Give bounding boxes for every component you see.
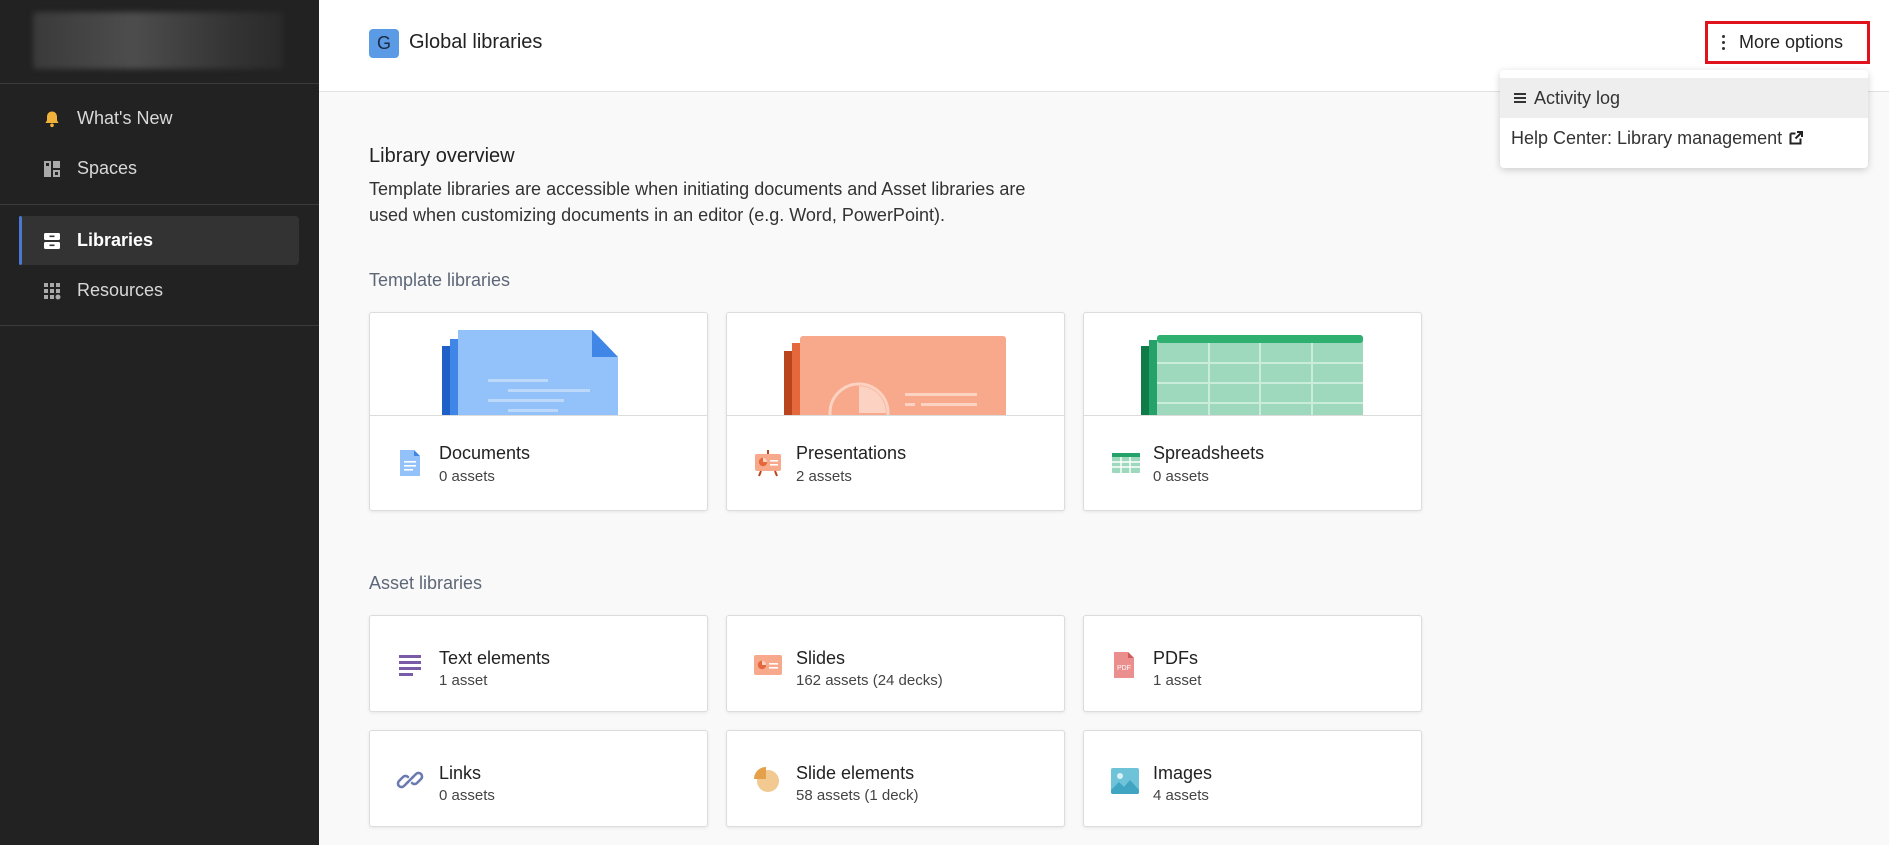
overview-title: Library overview <box>369 145 515 167</box>
menu-item-activity-log[interactable]: Activity log <box>1500 78 1868 118</box>
menu-item-label: Activity log <box>1534 87 1621 108</box>
template-card-spreadsheets[interactable]: Spreadsheets 0 assets <box>1083 312 1422 511</box>
card-count: 1 asset <box>439 672 488 689</box>
template-libraries-heading: Template libraries <box>369 270 511 290</box>
sidebar-item-libraries[interactable]: Libraries <box>19 216 299 265</box>
spreadsheets-illustration <box>1084 313 1421 416</box>
spreadsheet-icon <box>1111 449 1140 477</box>
asset-card-links[interactable]: Links 0 assets <box>369 730 708 827</box>
card-count: 162 assets (24 decks) <box>796 672 943 689</box>
menu-item-help-center[interactable]: Help Center: Library management <box>1500 118 1868 158</box>
sidebar-item-whats-new[interactable]: What's New <box>20 94 299 143</box>
text-lines-icon <box>396 651 424 679</box>
sidebar-divider <box>0 325 319 326</box>
link-icon <box>396 766 424 794</box>
card-count: 1 asset <box>1153 672 1202 689</box>
card-name: Presentations <box>796 443 907 463</box>
sidebar-item-label: Spaces <box>77 158 138 178</box>
sidebar-item-resources[interactable]: Resources <box>20 266 299 315</box>
card-name: Spreadsheets <box>1153 443 1265 463</box>
asset-card-slide-elements[interactable]: Slide elements 58 assets (1 deck) <box>726 730 1065 827</box>
card-count: 0 assets <box>439 468 495 485</box>
card-name: Links <box>439 763 482 783</box>
image-icon <box>1110 766 1139 794</box>
sidebar-item-label: Resources <box>77 280 164 300</box>
more-options-label: More options <box>1739 32 1844 52</box>
slide-icon <box>753 651 782 679</box>
sidebar-divider <box>0 83 319 84</box>
asset-card-images[interactable]: Images 4 assets <box>1083 730 1422 827</box>
grid-icon <box>42 281 62 301</box>
sidebar: What's New Spaces Libraries Resources <box>0 0 319 845</box>
asset-libraries-heading: Asset libraries <box>369 573 483 593</box>
bell-icon <box>42 109 62 129</box>
overview-description: Template libraries are accessible when i… <box>369 179 1026 225</box>
page-title: Global libraries <box>409 31 543 53</box>
svg-text:PDF: PDF <box>1117 665 1131 672</box>
archive-icon <box>42 231 62 251</box>
asset-card-slides[interactable]: Slides 162 assets (24 decks) <box>726 615 1065 712</box>
company-logo[interactable] <box>33 12 283 69</box>
pie-chart-icon <box>753 766 781 794</box>
template-card-documents[interactable]: Documents 0 assets <box>369 312 708 511</box>
card-name: Documents <box>439 443 531 463</box>
presentations-illustration <box>727 313 1064 416</box>
pdf-icon: PDF <box>1110 651 1138 679</box>
more-options-menu: Activity log Help Center: Library manage… <box>1500 70 1868 168</box>
card-name: PDFs <box>1153 648 1198 668</box>
card-count: 2 assets <box>796 468 852 485</box>
document-icon <box>397 449 423 477</box>
presentation-icon <box>754 449 781 477</box>
dashboard-icon <box>42 159 62 179</box>
sidebar-item-label: Libraries <box>77 230 154 250</box>
more-options-button[interactable]: More options <box>1705 21 1870 64</box>
asset-card-text-elements[interactable]: Text elements 1 asset <box>369 615 708 712</box>
card-count: 58 assets (1 deck) <box>796 787 919 804</box>
kebab-menu-icon <box>1722 35 1725 50</box>
list-icon <box>1514 92 1526 104</box>
sidebar-item-label: What's New <box>77 108 173 128</box>
card-count: 0 assets <box>1153 468 1209 485</box>
card-name: Slides <box>796 648 846 668</box>
card-name: Text elements <box>439 648 551 668</box>
sidebar-item-spaces[interactable]: Spaces <box>20 144 299 193</box>
documents-illustration <box>370 313 707 416</box>
library-badge: G <box>369 29 399 58</box>
menu-item-label: Help Center: Library management <box>1511 127 1783 148</box>
sidebar-divider <box>0 204 319 205</box>
template-card-presentations[interactable]: Presentations 2 assets <box>726 312 1065 511</box>
asset-card-pdfs[interactable]: PDF PDFs 1 asset <box>1083 615 1422 712</box>
card-name: Images <box>1153 763 1213 783</box>
card-count: 4 assets <box>1153 787 1209 804</box>
card-name: Slide elements <box>796 763 915 783</box>
external-link-icon <box>1789 131 1804 145</box>
card-count: 0 assets <box>439 787 495 804</box>
